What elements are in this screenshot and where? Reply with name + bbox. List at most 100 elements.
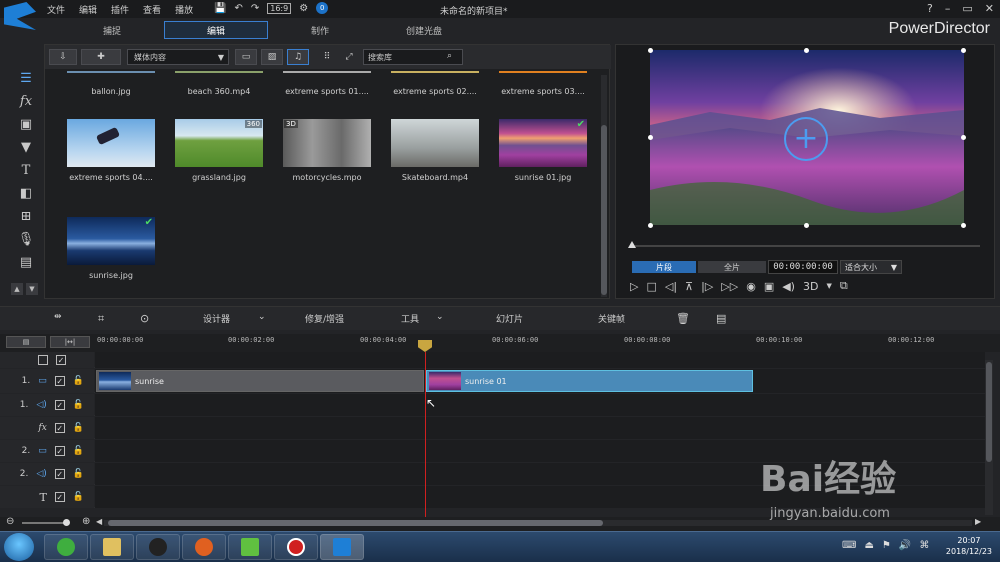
media-item-sunrise-01[interactable]: ✔ sunrise 01.jpg: [499, 119, 587, 182]
undo-icon[interactable]: ↶: [234, 3, 242, 14]
subtitle-room-icon[interactable]: ▤: [18, 254, 34, 270]
lock-icon[interactable]: 🔓: [73, 400, 84, 410]
audio-filter-icon[interactable]: ♫: [287, 49, 309, 65]
title-room-icon[interactable]: T: [18, 162, 34, 178]
preview-scrub-bar[interactable]: [630, 245, 980, 247]
mark-in-icon[interactable]: ⊼: [685, 280, 693, 293]
timecode-display[interactable]: 00:00:00:00: [768, 260, 838, 274]
speaker-icon[interactable]: 🔊: [899, 540, 911, 551]
tools-menu[interactable]: 工具: [401, 312, 419, 325]
track-enable-checkbox[interactable]: ✓: [54, 400, 65, 410]
taskbar-firefox-icon[interactable]: [182, 534, 226, 560]
language-icon[interactable]: ⌘: [919, 540, 929, 551]
tab-edit[interactable]: 编辑: [164, 21, 268, 39]
minimize-icon[interactable]: –: [945, 2, 951, 15]
menu-plugins[interactable]: 插件: [111, 3, 129, 16]
menu-play[interactable]: 播放: [175, 3, 193, 16]
designer-menu[interactable]: 设计器: [203, 312, 230, 325]
resize-handle[interactable]: [804, 48, 809, 53]
track-enable-checkbox[interactable]: ✓: [54, 469, 65, 479]
resize-handle[interactable]: [648, 48, 653, 53]
timeline-ruler[interactable]: 00:00:00:00 00:00:02:00 00:00:04:00 00:0…: [95, 334, 985, 352]
redo-icon[interactable]: ↷: [251, 3, 259, 14]
resize-handle[interactable]: [804, 223, 809, 228]
timeline-vertical-scrollbar-thumb[interactable]: [986, 362, 992, 462]
media-item-extreme-01[interactable]: extreme sports 01....: [283, 71, 371, 96]
zoom-out-icon[interactable]: ⊖: [6, 516, 14, 527]
lock-icon[interactable]: 🔓: [73, 469, 84, 479]
3d-mode-toggle[interactable]: 3D: [803, 280, 818, 293]
media-item-extreme-03[interactable]: extreme sports 03....: [499, 71, 587, 96]
next-frame-icon[interactable]: |▷: [701, 280, 713, 293]
help-icon[interactable]: ?: [927, 2, 933, 15]
library-scrollbar-thumb[interactable]: [601, 125, 607, 295]
slideshow-button[interactable]: 幻灯片: [496, 312, 523, 325]
menu-view[interactable]: 查看: [143, 3, 161, 16]
chevron-down-icon[interactable]: ⌄: [258, 312, 266, 322]
media-content-select[interactable]: 媒体内容 ▼: [127, 49, 229, 65]
taskbar-360-browser-icon[interactable]: [44, 534, 88, 560]
position-plus-icon[interactable]: +: [784, 117, 828, 161]
track-manager-icon[interactable]: ▤: [6, 336, 46, 348]
save-icon[interactable]: 💾: [214, 3, 226, 14]
keyboard-icon[interactable]: ⌨: [842, 540, 856, 551]
play-icon[interactable]: ▷: [630, 280, 638, 293]
media-item-extreme-04[interactable]: extreme sports 04....: [67, 119, 155, 182]
snapshot-camera-icon[interactable]: ◉: [746, 280, 756, 293]
scrub-head-icon[interactable]: [628, 241, 636, 248]
menu-edit[interactable]: 编辑: [79, 3, 97, 16]
add-to-library-icon[interactable]: ▤: [716, 312, 726, 325]
tab-produce[interactable]: 制作: [268, 21, 372, 39]
resize-handle[interactable]: [648, 135, 653, 140]
resize-handle[interactable]: [961, 48, 966, 53]
chevron-down-icon[interactable]: ⌄: [436, 312, 444, 322]
lock-icon[interactable]: 🔓: [73, 423, 84, 433]
close-icon[interactable]: ✕: [985, 2, 994, 15]
effects-room-icon[interactable]: fx: [18, 93, 34, 109]
keyframe-button[interactable]: 关键帧: [598, 312, 625, 325]
resize-handle[interactable]: [648, 223, 653, 228]
track-enable-checkbox[interactable]: ✓: [54, 446, 65, 456]
chevron-down-icon[interactable]: ▼: [826, 282, 831, 290]
transition-room-icon[interactable]: ◧: [18, 185, 34, 201]
track-enable-checkbox[interactable]: ✓: [54, 423, 65, 433]
image-filter-icon[interactable]: ▨: [261, 49, 283, 65]
media-item-beach[interactable]: beach 360.mp4: [175, 71, 263, 96]
scroll-left-icon[interactable]: ◀: [96, 517, 102, 526]
timeline-horizontal-scrollbar-thumb[interactable]: [108, 520, 603, 526]
track-enable-checkbox[interactable]: ✓: [56, 355, 66, 365]
timeline-clip-sunrise[interactable]: sunrise: [96, 370, 424, 392]
grid-view-icon[interactable]: ⠿: [319, 49, 335, 65]
clip-mode-button[interactable]: 片段: [632, 261, 696, 273]
taskbar-recorder-icon[interactable]: [274, 534, 318, 560]
zoom-fit-select[interactable]: 适合大小 ▼: [840, 260, 902, 274]
media-item-motorcycles[interactable]: 3D motorcycles.mpo: [283, 119, 371, 182]
windows-start-icon[interactable]: [4, 533, 34, 561]
track-select-checkbox[interactable]: [38, 355, 48, 365]
tab-create-disc[interactable]: 创建光盘: [372, 21, 476, 39]
volume-icon[interactable]: ◀): [782, 280, 795, 293]
scroll-right-icon[interactable]: ▶: [975, 517, 981, 526]
zoom-in-icon[interactable]: ⊕: [82, 516, 90, 527]
crop-icon[interactable]: ⌗: [98, 312, 104, 326]
aspect-ratio-icon[interactable]: 16:9: [267, 2, 292, 14]
particle-room-icon[interactable]: ▼: [18, 139, 34, 155]
network-icon[interactable]: ⚑: [882, 540, 891, 551]
timeline-clip-sunrise-01[interactable]: sunrise 01: [426, 370, 753, 392]
fast-forward-icon[interactable]: ▷▷: [721, 280, 738, 293]
notification-badge-icon[interactable]: 0: [316, 2, 329, 14]
taskbar-clock[interactable]: 20:07 2018/12/23: [946, 535, 992, 557]
lock-icon[interactable]: 🔓: [73, 446, 84, 456]
more-tools-icon[interactable]: ⊙: [140, 312, 149, 325]
video-filter-icon[interactable]: ▭: [235, 49, 257, 65]
search-icon[interactable]: ⌕: [447, 51, 452, 61]
menu-file[interactable]: 文件: [47, 3, 65, 16]
media-item-skateboard[interactable]: Skateboard.mp4: [391, 119, 479, 182]
taskbar-file-explorer-icon[interactable]: [90, 534, 134, 560]
stop-icon[interactable]: □: [646, 280, 656, 293]
maximize-icon[interactable]: ▭: [962, 2, 972, 15]
import-media-icon[interactable]: ⇩: [49, 49, 77, 65]
plugin-puzzle-icon[interactable]: ✚: [81, 49, 121, 65]
resize-handle[interactable]: [961, 135, 966, 140]
timeline-zoom-slider[interactable]: [22, 522, 66, 524]
